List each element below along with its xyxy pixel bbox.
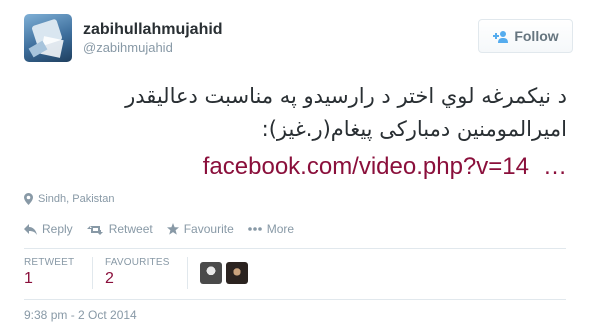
tweet-text-line: امیرالمومنین دمبارکی پیغام(ر.غیز): xyxy=(261,117,567,141)
divider xyxy=(92,257,93,289)
follow-button-label: Follow xyxy=(514,28,559,44)
pin-icon xyxy=(24,193,33,205)
favourites-stat-value: 2 xyxy=(105,270,114,287)
retweet-stat-label: RETWEET xyxy=(24,257,75,268)
retweet-label: Retweet xyxy=(108,222,153,236)
tweet-link-text[interactable]: facebook.com/video.php?v=14 xyxy=(203,153,529,180)
user-avatar[interactable] xyxy=(24,14,72,62)
favourite-label: Favourite xyxy=(183,222,234,236)
favouriter-avatar[interactable] xyxy=(226,262,248,284)
retweet-button[interactable]: Retweet xyxy=(86,222,153,236)
retweet-stat-value: 1 xyxy=(24,270,33,287)
location-text: Sindh, Pakistan xyxy=(38,193,115,205)
tweet-text: د نیکمرغه لوي اختر د رارسیدو په مناسبت د… xyxy=(22,80,567,146)
tweet-actions: Reply Retweet Favourite More xyxy=(24,222,308,236)
tweet-location[interactable]: Sindh, Pakistan xyxy=(24,193,114,205)
reply-button[interactable]: Reply xyxy=(24,222,73,236)
reply-label: Reply xyxy=(42,222,73,236)
screen-name[interactable]: @zabihmujahid xyxy=(83,40,173,55)
more-label: More xyxy=(266,222,295,236)
person-plus-icon xyxy=(493,30,509,43)
follow-button[interactable]: Follow xyxy=(478,19,573,53)
display-name[interactable]: zabihullahmujahid xyxy=(83,21,223,39)
favourites-stat-label: FAVOURITES xyxy=(105,257,170,268)
divider xyxy=(187,257,188,289)
divider xyxy=(24,299,566,300)
tweet-text-line: د نیکمرغه لوي اختر د رارسیدو په مناسبت د… xyxy=(125,84,567,108)
tweet-link-ellipsis: … xyxy=(543,153,567,180)
tweet-card: zabihullahmujahid @zabihmujahid Follow د… xyxy=(0,0,590,331)
retweet-stat[interactable]: RETWEET 1 xyxy=(24,257,74,288)
tweet-link[interactable]: facebook.com/video.php?v=14 … xyxy=(203,153,567,181)
favouriter-avatar[interactable] xyxy=(200,262,222,284)
divider xyxy=(24,248,566,249)
reply-arrow-icon xyxy=(24,223,37,235)
tweet-timestamp[interactable]: 9:38 pm - 2 Oct 2014 xyxy=(24,308,137,322)
more-button[interactable]: More xyxy=(247,222,295,236)
favourites-stat[interactable]: FAVOURITES 2 xyxy=(105,257,170,288)
ellipsis-icon xyxy=(247,227,262,231)
favourite-button[interactable]: Favourite xyxy=(166,222,234,236)
retweet-icon xyxy=(86,225,103,235)
star-icon xyxy=(166,223,179,235)
